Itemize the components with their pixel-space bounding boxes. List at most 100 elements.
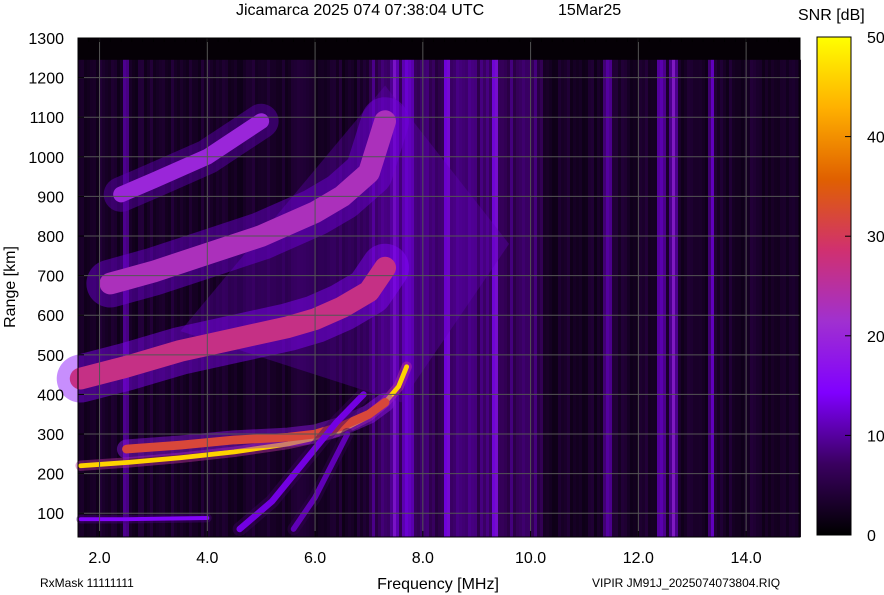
noise-column	[501, 59, 504, 538]
colorbar-tick-label: 10	[867, 428, 884, 445]
noise-column	[204, 59, 207, 538]
noise-column	[546, 59, 549, 538]
noise-column	[597, 59, 600, 538]
noise-column	[573, 59, 576, 538]
noise-column	[735, 59, 738, 538]
y-axis: 100 200 300 400 500 600 700 800 900 1000 1100 1200 1…	[28, 31, 84, 523]
noise-column	[579, 59, 582, 538]
noise-column	[570, 59, 573, 538]
noise-column	[633, 59, 636, 538]
noise-column	[675, 59, 678, 538]
x-tick-label: 8.0	[412, 550, 434, 567]
noise-column	[540, 59, 543, 538]
noise-column	[531, 59, 534, 538]
noise-column	[537, 59, 540, 538]
noise-column	[789, 59, 792, 538]
colorbar-tick-label: 0	[867, 528, 876, 545]
noise-column	[183, 59, 186, 538]
noise-column	[192, 59, 195, 538]
noise-column	[582, 59, 585, 538]
file-label: VIPIR JM91J_2025074073804.RIQ	[592, 576, 780, 590]
noise-column	[609, 59, 612, 538]
noise-column	[780, 59, 783, 538]
noise-column	[177, 59, 180, 538]
noise-column	[162, 59, 165, 538]
y-tick-label: 300	[37, 427, 64, 444]
x-tick-label: 6.0	[304, 550, 326, 567]
noise-column	[690, 59, 693, 538]
noise-column	[555, 59, 558, 538]
noise-column	[747, 59, 750, 538]
colorbar-tick-label: 30	[867, 229, 884, 246]
x-axis-label: Frequency [MHz]	[377, 576, 499, 593]
noise-column	[618, 59, 621, 538]
noise-column	[642, 59, 645, 538]
noise-column	[606, 59, 609, 538]
noise-column	[621, 59, 624, 538]
noise-column	[723, 59, 726, 538]
noise-column	[516, 59, 519, 538]
noise-column	[612, 59, 615, 538]
y-tick-label: 200	[37, 467, 64, 484]
noise-column	[558, 59, 561, 538]
noise-column	[603, 59, 606, 538]
noise-column	[564, 59, 567, 538]
noise-column	[552, 59, 555, 538]
colorbar-scale	[816, 36, 852, 536]
noise-column	[774, 59, 777, 538]
noise-column	[777, 59, 780, 538]
noise-column	[498, 59, 501, 538]
plot-area	[56, 37, 801, 538]
noise-column	[645, 59, 648, 538]
y-tick-label: 800	[37, 229, 64, 246]
noise-column	[717, 59, 720, 538]
y-tick-label: 500	[37, 348, 64, 365]
noise-column	[519, 59, 522, 538]
noise-column	[585, 59, 588, 538]
x-tick-label: 10.0	[515, 550, 546, 567]
noise-column	[186, 59, 189, 538]
y-tick-label: 1200	[28, 71, 64, 88]
noise-column	[753, 59, 756, 538]
chart-title: Jicamarca 2025 074 07:38:04 UTC	[236, 2, 484, 19]
noise-column	[759, 59, 762, 538]
noise-column	[705, 59, 708, 538]
x-tick-label: 12.0	[623, 550, 654, 567]
noise-column	[576, 59, 579, 538]
noise-column	[654, 59, 657, 538]
noise-column	[765, 59, 768, 538]
noise-column	[567, 59, 570, 538]
noise-column	[750, 59, 753, 538]
noise-column	[489, 59, 492, 538]
noise-column	[153, 59, 156, 538]
noise-column	[174, 59, 177, 538]
noise-column	[762, 59, 765, 538]
noise-column	[543, 59, 546, 538]
noise-column	[771, 59, 774, 538]
noise-column	[486, 59, 489, 538]
noise-column	[648, 59, 651, 538]
noise-column	[711, 59, 714, 538]
noise-column	[495, 59, 498, 538]
noise-column	[525, 59, 528, 538]
noise-column	[699, 59, 702, 538]
noise-column	[708, 59, 711, 538]
noise-column	[783, 59, 786, 538]
y-axis-label: Range [km]	[2, 246, 19, 328]
colorbar-label: SNR [dB]	[798, 7, 865, 24]
noise-column	[792, 59, 795, 538]
colorbar: 0 10 20 30 40 50	[816, 30, 884, 545]
noise-column	[678, 59, 681, 538]
noise-column	[624, 59, 627, 538]
noise-column	[180, 59, 183, 538]
noise-column	[615, 59, 618, 538]
noise-column	[483, 59, 486, 538]
y-tick-label: 1100	[30, 110, 65, 127]
rxmask-label: RxMask 11111111	[40, 576, 134, 590]
y-tick-label: 400	[37, 387, 64, 404]
noise-column	[663, 59, 666, 538]
noise-column	[681, 59, 684, 538]
noise-column	[156, 59, 159, 538]
noise-column	[474, 59, 477, 538]
noise-column	[507, 59, 510, 538]
